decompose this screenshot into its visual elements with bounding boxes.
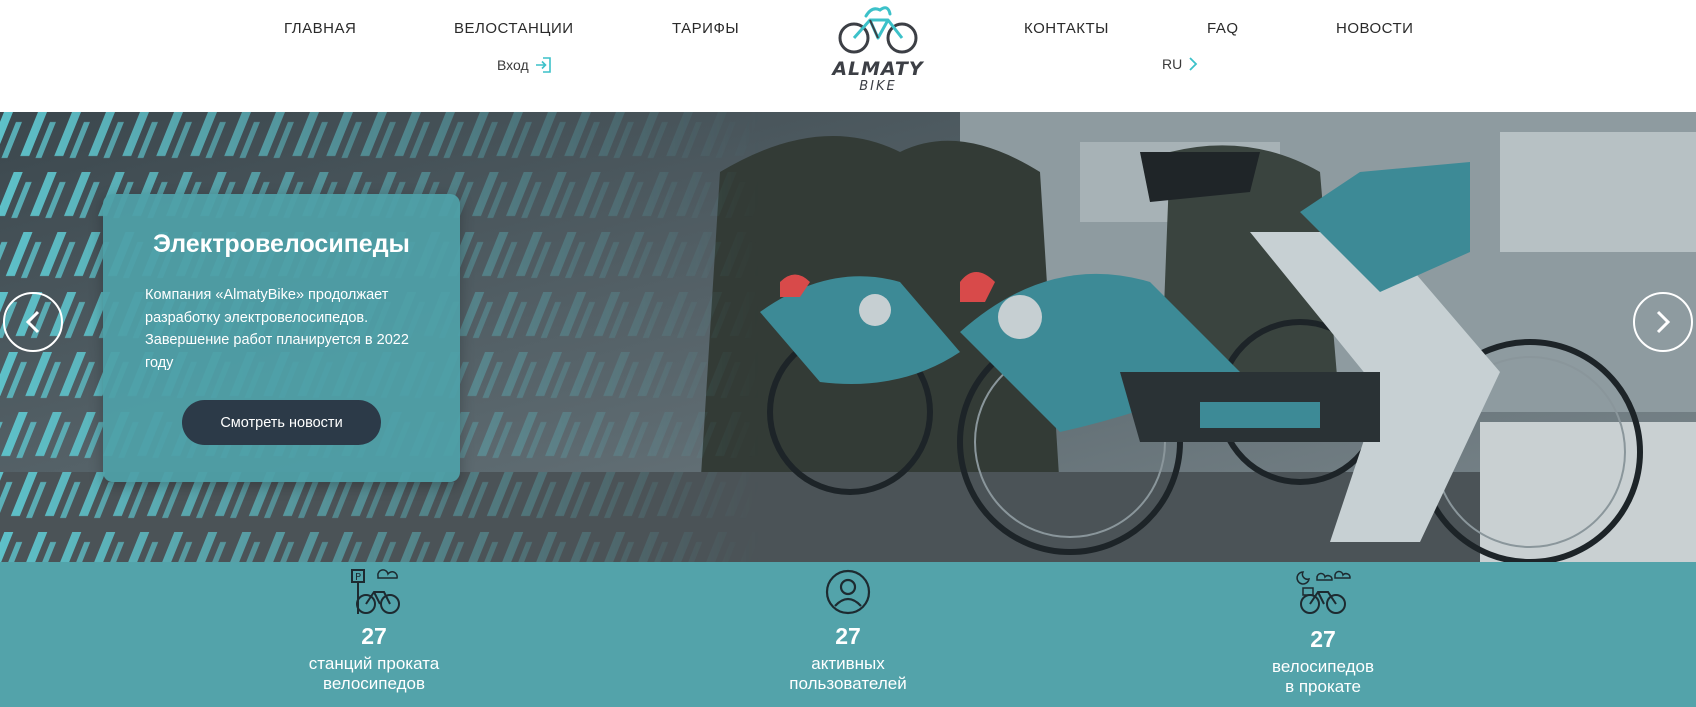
brand-logo[interactable]: ALMATY BIKE (818, 2, 938, 98)
language-switcher[interactable]: RU (1162, 56, 1198, 72)
chevron-left-icon (25, 310, 40, 334)
chevron-right-icon (1189, 57, 1198, 71)
stats-bar: P 27 станций проката велосипедов 27 акти… (0, 562, 1696, 707)
logo-name: ALMATY (832, 58, 924, 80)
view-news-button[interactable]: Смотреть новости (182, 400, 381, 445)
bike-logo-icon (838, 6, 918, 54)
slider-next-button[interactable] (1633, 292, 1693, 352)
site-header: ГЛАВНАЯ ВЕЛОСТАНЦИИ ТАРИФЫ Вход ALMATY B… (0, 0, 1696, 112)
logo-sub: BIKE (859, 79, 897, 94)
stat-value: 27 (361, 623, 387, 649)
stat-label-line2: велосипедов (323, 674, 425, 693)
nav-tariffs[interactable]: ТАРИФЫ (672, 20, 739, 37)
nav-faq[interactable]: FAQ (1207, 20, 1239, 37)
stat-label: активных пользователей (738, 654, 958, 694)
chevron-right-icon (1656, 310, 1671, 334)
bike-rental-icon (1296, 570, 1351, 614)
promo-card: Электровелосипеды Компания «AlmatyBike» … (103, 194, 460, 482)
stat-label-line2: пользователей (789, 674, 907, 693)
slider-prev-button[interactable] (3, 292, 63, 352)
stat-label-line1: станций проката (308, 654, 440, 673)
nav-stations[interactable]: ВЕЛОСТАНЦИИ (454, 20, 574, 37)
nav-home[interactable]: ГЛАВНАЯ (284, 20, 356, 37)
stat-label-line2: в прокате (1285, 677, 1361, 696)
stat-stations: P 27 станций проката велосипедов (264, 562, 484, 707)
parking-bike-icon: P (351, 569, 400, 614)
nav-news[interactable]: НОВОСТИ (1336, 20, 1413, 37)
hero-slider: Электровелосипеды Компания «AlmatyBike» … (0, 112, 1696, 562)
nav-contacts[interactable]: КОНТАКТЫ (1024, 20, 1109, 37)
stat-value: 27 (835, 623, 861, 649)
language-label: RU (1162, 56, 1183, 72)
stat-rented-bikes: 27 велосипедов в прокате (1213, 562, 1433, 707)
stat-label: станций проката велосипедов (264, 654, 484, 694)
promo-text: Компания «AlmatyBike» продолжает разрабо… (145, 287, 409, 371)
stat-value: 27 (1310, 626, 1336, 652)
svg-text:P: P (355, 572, 361, 583)
stat-label-line1: велосипедов (1272, 657, 1374, 676)
login-label: Вход (497, 57, 529, 73)
login-icon (535, 57, 551, 73)
stat-users: 27 активных пользователей (738, 562, 958, 707)
stat-label: велосипедов в прокате (1213, 657, 1433, 697)
login-link[interactable]: Вход (497, 56, 553, 74)
user-icon (825, 569, 871, 615)
promo-title: Электровелосипеды (153, 230, 410, 258)
stat-label-line1: активных (811, 654, 885, 673)
